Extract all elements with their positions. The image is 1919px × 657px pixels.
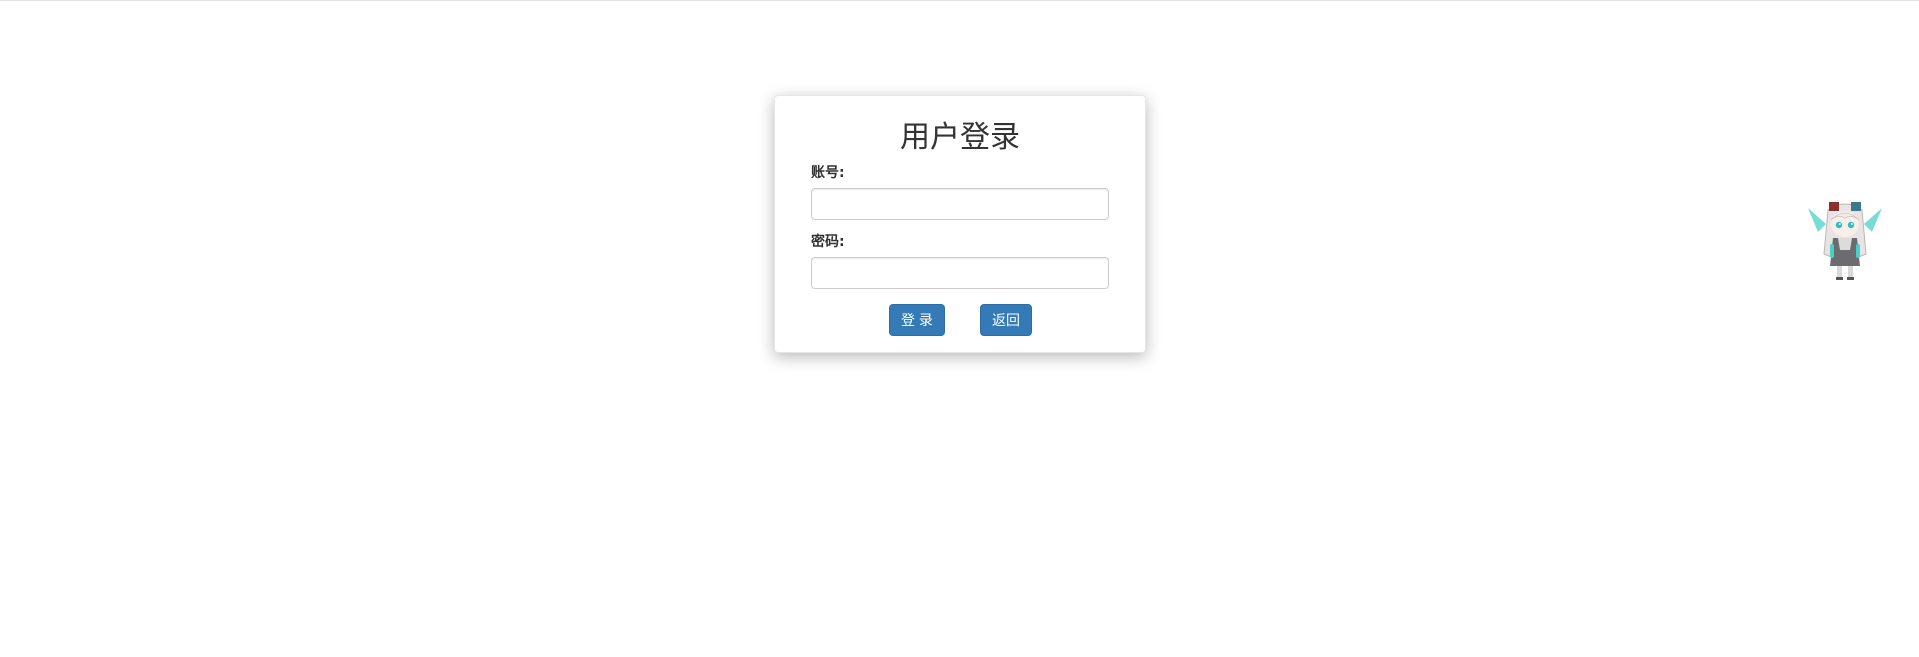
password-label: 密码: — [811, 234, 845, 250]
password-input[interactable] — [811, 257, 1109, 289]
account-label: 账号: — [811, 165, 845, 181]
login-card: 用户登录 账号: 密码: 登 录 返回 — [774, 95, 1146, 353]
login-button[interactable]: 登 录 — [889, 304, 945, 336]
back-button[interactable]: 返回 — [980, 304, 1032, 336]
login-title: 用户登录 — [900, 120, 1020, 155]
top-border-line — [0, 0, 1919, 1]
mascot-graphic — [1808, 202, 1882, 280]
account-input[interactable] — [811, 188, 1109, 220]
anime-girl-mascot-icon[interactable] — [1800, 194, 1890, 284]
